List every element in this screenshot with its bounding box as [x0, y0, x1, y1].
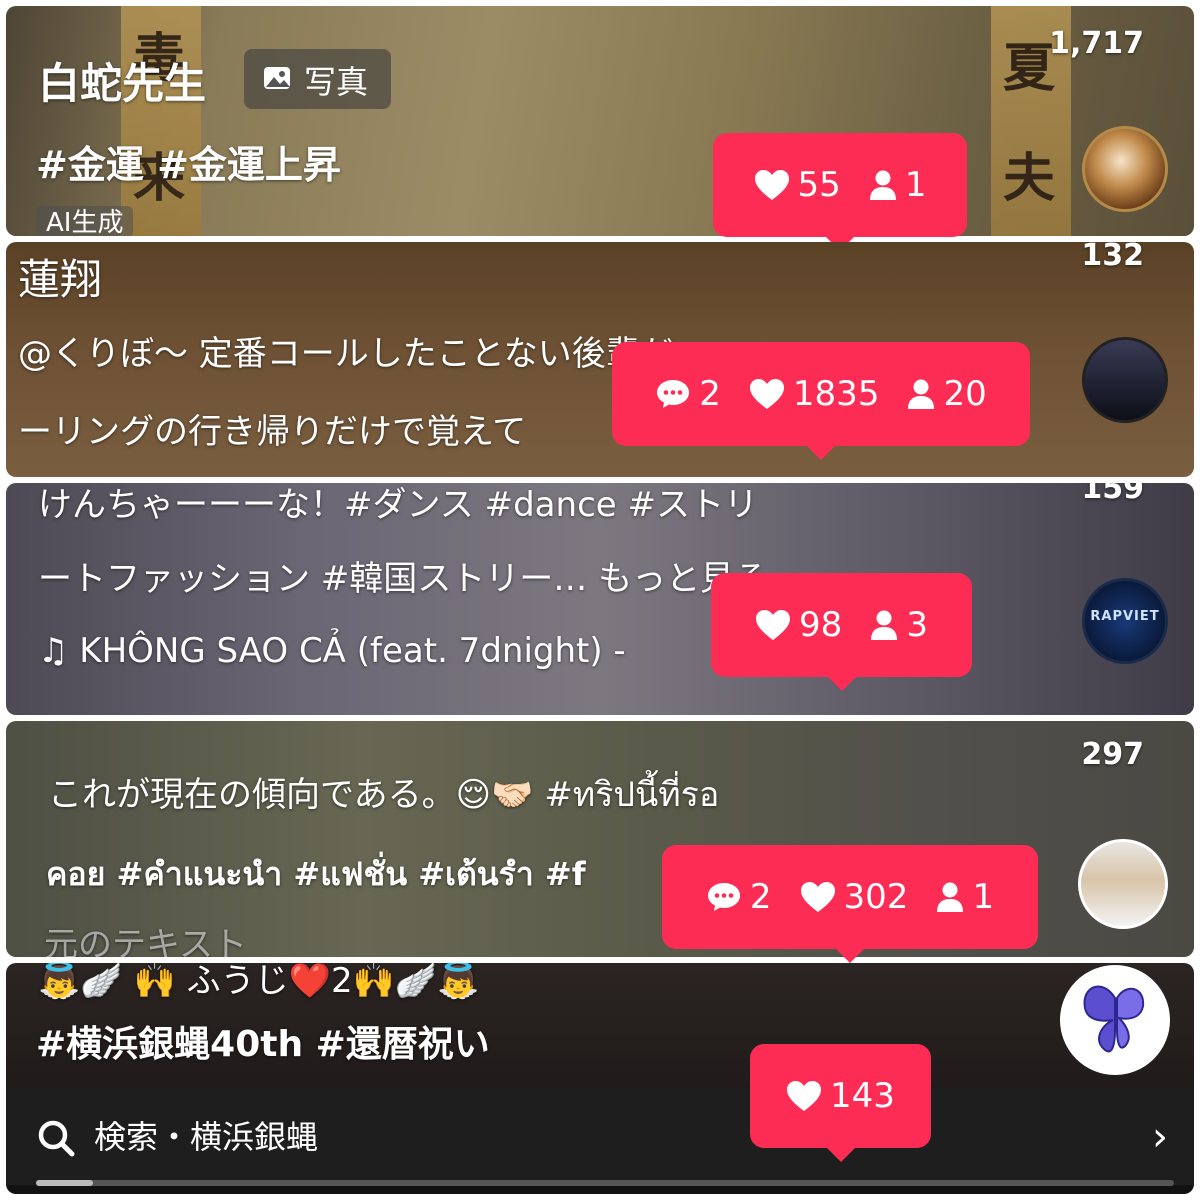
avatar-text: RAPVIET — [1090, 609, 1160, 624]
creator-avatar[interactable] — [1060, 965, 1170, 1075]
video-panel-5[interactable]: 👼🪽 🙌 ふうじ❤️2🙌🪽👼 #横浜銀蝿40th #還暦祝い 検索・横浜銀蝿 › — [6, 963, 1194, 1194]
hashtags[interactable]: #横浜銀蝿40th #還暦祝い — [36, 1015, 490, 1067]
viewer-count: 1 — [972, 877, 995, 917]
like-count: 98 — [799, 605, 843, 645]
share-count: 159 — [1081, 483, 1144, 506]
like-count: 1835 — [792, 374, 880, 414]
stats-tooltip-2: 2 1835 20 — [612, 342, 1030, 460]
photo-badge-label: 写真 — [304, 63, 369, 101]
person-icon — [871, 610, 898, 640]
caption-line-2[interactable]: ートファッション #韓国ストリー… もっと見る — [38, 551, 768, 600]
like-count: 55 — [797, 165, 841, 205]
stats-tooltip-5: 143 — [750, 1044, 931, 1162]
search-bar[interactable]: 検索・横浜銀蝿 › — [6, 1088, 1194, 1185]
music-label[interactable]: ♫ KHÔNG SAO CẢ (feat. 7dnight) - — [38, 631, 626, 671]
heart-icon — [800, 882, 835, 912]
heart-icon — [754, 170, 789, 200]
heart-icon — [749, 379, 784, 409]
comment-count: 2 — [749, 877, 772, 917]
video-progress-fill — [36, 1180, 93, 1186]
comment-icon — [657, 380, 690, 408]
stats-tooltip-1: 55 1 — [713, 133, 967, 251]
username[interactable]: 白蛇先生 — [38, 50, 206, 111]
caption-line-2[interactable]: คอย #คำแนะนำ #แฟชั่น #เต้นรำ #f — [46, 849, 586, 900]
creator-avatar[interactable]: RAPVIET — [1082, 578, 1168, 664]
video-progress-bar[interactable] — [36, 1180, 1174, 1186]
viewer-count: 1 — [904, 165, 927, 205]
viewer-count: 3 — [906, 605, 928, 645]
like-count: 143 — [830, 1076, 895, 1116]
comment-count: 2 — [699, 374, 721, 414]
chevron-right-icon[interactable]: › — [1152, 1114, 1168, 1160]
ai-generated-label: AI生成 — [36, 206, 134, 236]
butterfly-icon — [1083, 985, 1145, 1053]
heart-icon — [787, 1081, 822, 1111]
photo-badge: 写真 — [244, 49, 391, 109]
person-icon — [869, 170, 896, 200]
creator-avatar[interactable] — [1082, 126, 1168, 212]
stats-tooltip-3: 98 3 — [711, 573, 972, 691]
caption-line-0[interactable]: 👼🪽 🙌 ふうじ❤️2🙌🪽👼 — [38, 963, 480, 1002]
stats-tooltip-4: 2 302 1 — [662, 845, 1038, 963]
caption-line-1[interactable]: これが現在の傾向である。😌🤝🏻 #ทริปนี้ที่รอ — [48, 767, 719, 821]
caption-line-2[interactable]: ーリングの行き帰りだけで覚えて — [18, 404, 526, 453]
hashtags[interactable]: #金運 #金運上昇 — [36, 134, 341, 189]
photo-icon — [264, 67, 290, 89]
original-text-link[interactable]: 元のテキスト — [44, 917, 247, 957]
heart-icon — [756, 610, 791, 640]
person-icon — [937, 882, 964, 912]
creator-avatar[interactable] — [1082, 337, 1168, 423]
viewer-count: 20 — [943, 374, 987, 414]
like-count: 302 — [843, 877, 909, 917]
video-panel-1[interactable]: 毒 来 夏 夫 1,717 白蛇先生 写真 #金運 #金運上昇 AI生成 — [6, 6, 1194, 236]
share-count: 132 — [1081, 242, 1144, 273]
creator-avatar[interactable] — [1078, 839, 1168, 929]
search-icon — [38, 1120, 75, 1157]
person-icon — [908, 379, 935, 409]
caption-line-1[interactable]: けんちゃーーーな！#ダンス #dance #ストリ — [38, 483, 758, 526]
video-panel-3[interactable]: 159 けんちゃーーーな！#ダンス #dance #ストリ ートファッション #… — [6, 483, 1194, 715]
share-count: 1,717 — [1049, 26, 1144, 61]
caption-line-1[interactable]: @くりぼ〜 定番コールしたことない後輩だッ — [18, 326, 708, 375]
search-label: 検索・横浜銀蝿 — [94, 1118, 319, 1156]
username[interactable]: 蓮翔 — [18, 246, 102, 307]
scroll-decoration: 毒 来 — [121, 6, 201, 236]
share-count: 297 — [1081, 737, 1144, 772]
comment-icon — [707, 883, 740, 911]
